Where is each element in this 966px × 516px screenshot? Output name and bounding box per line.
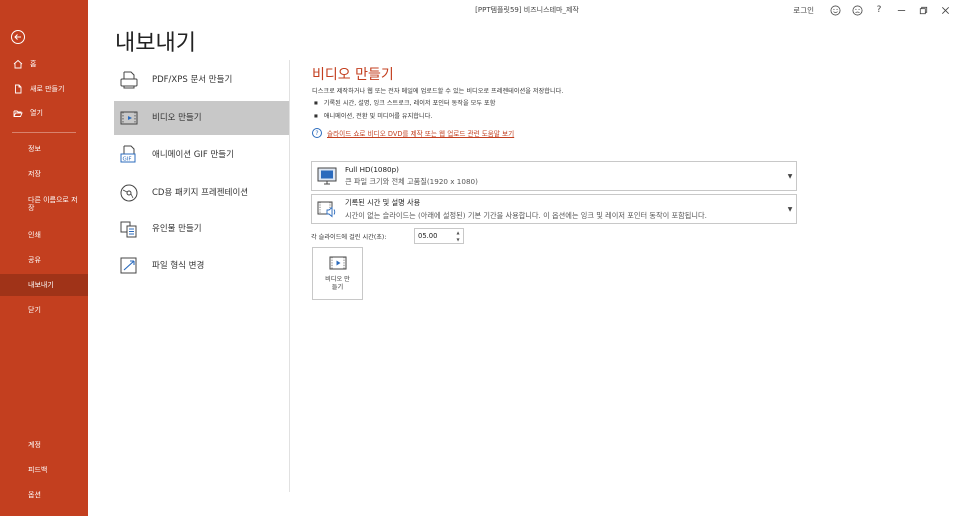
pdf-document-icon — [120, 71, 138, 89]
nav-close-label: 닫기 — [28, 306, 41, 314]
export-option-label: 애니메이션 GIF 만들기 — [152, 149, 234, 160]
close-window-icon[interactable] — [934, 2, 956, 18]
nav-share-label: 공유 — [28, 256, 41, 264]
page-title: 내보내기 — [115, 31, 196, 56]
spin-up-icon[interactable]: ▲ — [456, 230, 459, 235]
section-description: 디스크로 제작하거나 웹 또는 전자 메일에 업로드할 수 있는 비디오로 프레… — [312, 88, 564, 95]
export-option-cd-package[interactable]: CD용 패키지 프레젠테이션 — [114, 174, 290, 212]
login-link[interactable]: 로그인 — [793, 5, 814, 16]
handout-icon — [120, 221, 137, 238]
export-option-label: 유인물 만들기 — [152, 223, 202, 234]
panel-divider — [289, 60, 290, 492]
nav-feedback[interactable]: 피드백 — [0, 459, 88, 481]
monitor-hd-icon — [317, 167, 337, 185]
help-link-row: ? 슬라이드 쇼로 비디오 DVD를 제작 또는 웹 업로드 관련 도움말 보기 — [312, 128, 514, 138]
nav-export[interactable]: 내보내기 — [0, 274, 88, 296]
create-video-button[interactable]: 비디오 만들기 — [312, 247, 363, 300]
nav-options[interactable]: 옵션 — [0, 484, 88, 506]
help-button[interactable]: ? — [868, 2, 890, 18]
nav-close[interactable]: 닫기 — [0, 299, 88, 321]
export-option-label: PDF/XPS 문서 만들기 — [152, 74, 233, 85]
export-option-handouts[interactable]: 유인물 만들기 — [114, 212, 290, 246]
question-circle-icon: ? — [312, 128, 322, 138]
nav-home-label: 홈 — [30, 60, 37, 68]
svg-text:GIF: GIF — [123, 157, 132, 163]
gif-icon: GIF — [120, 145, 136, 163]
quality-selected: Full HD(1080p) — [345, 165, 399, 174]
nav-new[interactable]: 새로 만들기 — [0, 78, 88, 100]
bullet-item: 기록된 시간, 설명, 잉크 스트로크, 레이저 포인터 동작을 모두 포함 — [314, 98, 496, 107]
chevron-down-icon: ▼ — [787, 205, 793, 213]
seconds-per-slide-input[interactable]: 05.00 ▲ ▼ — [414, 228, 464, 244]
export-option-label: 비디오 만들기 — [152, 112, 202, 123]
export-option-pdf-xps[interactable]: PDF/XPS 문서 만들기 — [114, 63, 290, 97]
nav-info-label: 정보 — [28, 145, 41, 153]
nav-info[interactable]: 정보 — [0, 138, 88, 160]
change-file-type-icon — [120, 257, 137, 274]
spin-down-icon[interactable]: ▼ — [456, 237, 459, 242]
timing-description: 시간이 없는 슬라이드는 (아래에 설정된) 기본 기간을 사용합니다. 이 옵… — [345, 210, 707, 220]
nav-save-label: 저장 — [28, 170, 41, 178]
nav-account-label: 계정 — [28, 441, 41, 449]
narration-video-icon — [317, 201, 336, 218]
minimize-icon[interactable] — [890, 2, 912, 18]
timing-dropdown[interactable]: 기록된 시간 및 설명 사용 시간이 없는 슬라이드는 (아래에 설정된) 기본… — [311, 194, 797, 224]
video-icon — [120, 111, 138, 125]
nav-open-label: 열기 — [30, 109, 43, 117]
bullet-item: 애니메이션, 전환 및 미디어를 유지합니다. — [314, 111, 433, 120]
backstage-nav: 홈 새로 만들기 열기 정보 저장 다른 이름으로 저장 인쇄 공유 내보내기 … — [0, 0, 88, 516]
export-option-gif[interactable]: GIF 애니메이션 GIF 만들기 — [114, 138, 290, 172]
nav-save[interactable]: 저장 — [0, 163, 88, 185]
quality-description: 큰 파일 크기와 전체 고품질(1920 x 1080) — [345, 177, 478, 186]
seconds-per-slide-value: 05.00 — [418, 232, 438, 240]
export-option-video[interactable]: 비디오 만들기 — [114, 101, 290, 135]
folder-open-icon — [12, 107, 24, 119]
nav-options-label: 옵션 — [28, 491, 41, 499]
title-bar: [PPT템플릿59] 비즈니스테마_제작 로그인 ? — [88, 0, 966, 20]
seconds-per-slide-label: 각 슬라이드에 걸린 시간(초): — [311, 234, 387, 241]
timing-dropdown-text: 기록된 시간 및 설명 사용 시간이 없는 슬라이드는 (아래에 설정된) 기본… — [345, 198, 784, 221]
nav-print[interactable]: 인쇄 — [0, 224, 88, 246]
new-document-icon — [12, 83, 24, 95]
quality-dropdown-text: Full HD(1080p) 큰 파일 크기와 전체 고품질(1920 x 10… — [345, 165, 784, 187]
export-option-change-file-type[interactable]: 파일 형식 변경 — [114, 249, 290, 283]
nav-new-label: 새로 만들기 — [30, 85, 65, 93]
spinner-arrows[interactable]: ▲ ▼ — [454, 230, 462, 242]
video-icon — [329, 256, 346, 270]
nav-feedback-label: 피드백 — [28, 466, 48, 474]
nav-account[interactable]: 계정 — [0, 434, 88, 456]
nav-home[interactable]: 홈 — [0, 53, 88, 75]
cd-disc-icon — [120, 184, 138, 202]
nav-save-as[interactable]: 다른 이름으로 저장 — [0, 189, 88, 219]
nav-divider — [12, 132, 76, 133]
smile-feedback-icon[interactable] — [824, 2, 846, 18]
nav-export-label: 내보내기 — [28, 281, 54, 289]
chevron-down-icon: ▼ — [787, 172, 793, 180]
home-icon — [12, 58, 24, 70]
quality-dropdown[interactable]: Full HD(1080p) 큰 파일 크기와 전체 고품질(1920 x 10… — [311, 161, 797, 191]
timing-selected: 기록된 시간 및 설명 사용 — [345, 197, 421, 207]
nav-save-as-label: 다른 이름으로 저장 — [28, 196, 78, 212]
help-link[interactable]: 슬라이드 쇼로 비디오 DVD를 제작 또는 웹 업로드 관련 도움말 보기 — [327, 128, 514, 138]
back-arrow-icon[interactable] — [10, 29, 26, 45]
nav-open[interactable]: 열기 — [0, 102, 88, 124]
nav-share[interactable]: 공유 — [0, 249, 88, 271]
title-bar-controls: 로그인 ? — [793, 2, 956, 18]
section-title: 비디오 만들기 — [312, 67, 394, 83]
restore-icon[interactable] — [912, 2, 934, 18]
frown-feedback-icon[interactable] — [846, 2, 868, 18]
export-option-label: 파일 형식 변경 — [152, 260, 205, 271]
nav-print-label: 인쇄 — [28, 231, 41, 239]
export-option-label: CD용 패키지 프레젠테이션 — [152, 187, 249, 198]
create-video-label: 비디오 만들기 — [325, 276, 350, 291]
